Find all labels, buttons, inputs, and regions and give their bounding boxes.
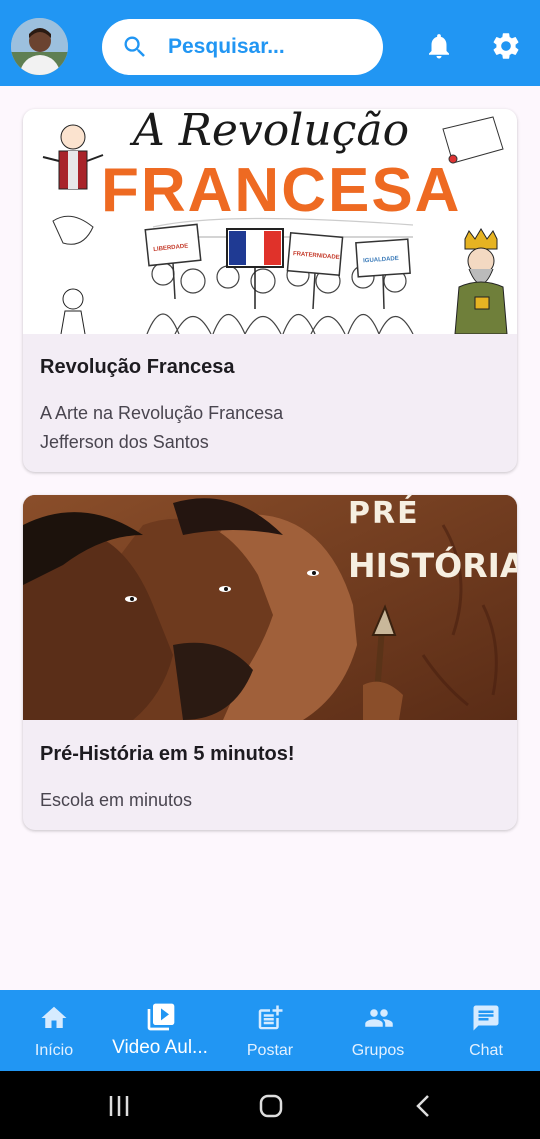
nav-item-chat[interactable]: Chat <box>456 990 516 1071</box>
nav-item-video-aulas[interactable]: Video Aul... <box>104 990 216 1071</box>
video-subtitle-line: Jefferson dos Santos <box>40 432 209 452</box>
video-title[interactable]: Pré-História em 5 minutos! <box>40 743 295 766</box>
search-placeholder[interactable]: Pesquisar... <box>168 35 285 59</box>
search-icon[interactable] <box>120 32 150 62</box>
thumbnail-illustration <box>23 495 517 720</box>
system-navigation-bar <box>0 1071 540 1139</box>
nav-label[interactable]: Chat <box>469 1042 503 1060</box>
home-button-icon[interactable] <box>256 1093 286 1119</box>
top-app-bar: Pesquisar... <box>0 0 540 86</box>
nav-item-inicio[interactable]: Início <box>24 990 84 1071</box>
bottom-navigation: Início Video Aul... Postar Grupos Chat <box>0 990 540 1071</box>
nav-label[interactable]: Postar <box>247 1042 293 1060</box>
thumbnail-title-line1: PRÉ <box>348 496 420 531</box>
back-icon[interactable] <box>410 1093 440 1119</box>
video-card[interactable]: PRÉ HISTÓRIA Pré-História em 5 minutos! … <box>23 495 517 830</box>
nav-item-postar[interactable]: Postar <box>238 990 302 1071</box>
nav-label[interactable]: Grupos <box>352 1042 404 1060</box>
video-library-icon[interactable] <box>145 1001 175 1031</box>
nav-label[interactable]: Video Aul... <box>112 1037 208 1059</box>
thumbnail-title-line1: A Revolução <box>133 109 410 156</box>
video-subtitle-line: Escola em minutos <box>40 790 193 810</box>
bell-icon[interactable] <box>424 30 454 62</box>
gear-icon[interactable] <box>490 30 522 62</box>
search-bar[interactable]: Pesquisar... <box>102 19 383 75</box>
thumbnail-title-line2: FRANCESA <box>101 156 462 225</box>
video-subtitle: Escola em minutos <box>40 786 192 815</box>
video-thumbnail[interactable]: PRÉ HISTÓRIA <box>23 495 517 720</box>
nav-item-grupos[interactable]: Grupos <box>342 990 414 1071</box>
video-thumbnail[interactable]: LIBERDADE FRATERNIDADE IGUALDADE A Revol… <box>23 109 517 334</box>
user-avatar[interactable] <box>11 18 68 75</box>
video-title[interactable]: Revolução Francesa <box>40 356 235 379</box>
chat-icon[interactable] <box>471 1003 501 1033</box>
groups-icon[interactable] <box>363 1003 393 1033</box>
thumbnail-title-line2: HISTÓRIA <box>348 546 517 585</box>
recent-apps-icon[interactable] <box>106 1093 136 1119</box>
home-icon[interactable] <box>39 1003 69 1033</box>
video-card[interactable]: LIBERDADE FRATERNIDADE IGUALDADE A Revol… <box>23 109 517 472</box>
post-add-icon[interactable] <box>255 1003 285 1033</box>
video-subtitle: A Arte na Revolução Francesa Jefferson d… <box>40 399 283 457</box>
video-subtitle-line: A Arte na Revolução Francesa <box>40 403 284 423</box>
nav-label[interactable]: Início <box>35 1042 73 1060</box>
